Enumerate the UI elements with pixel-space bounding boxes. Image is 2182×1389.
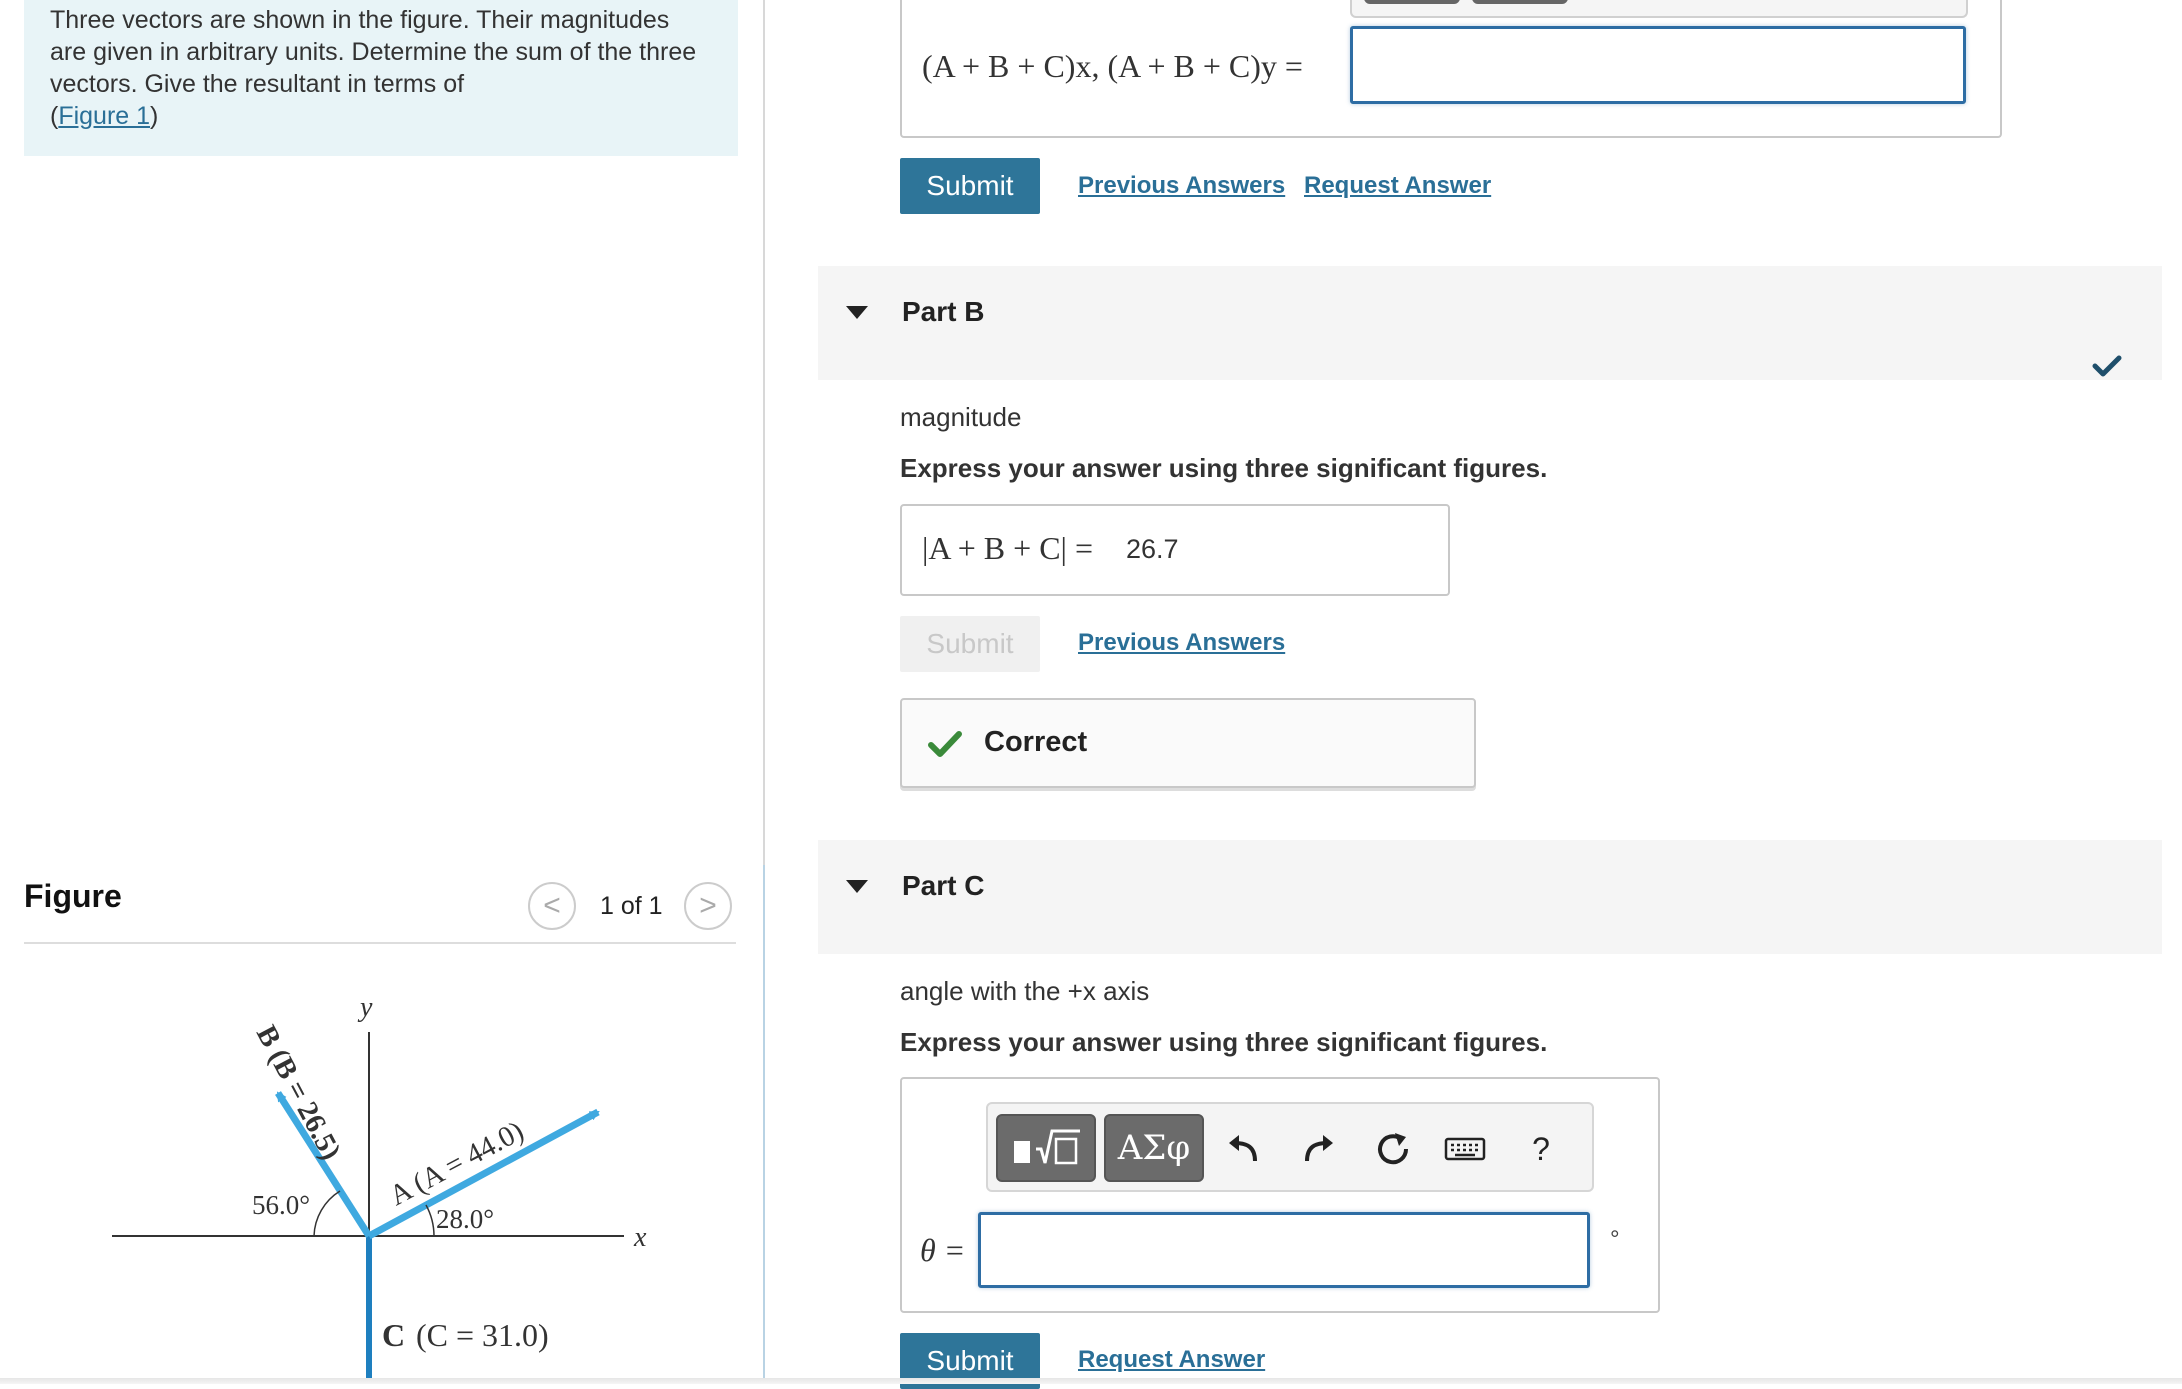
theta-label: θ =	[920, 1232, 966, 1268]
checkmark-icon	[928, 731, 962, 757]
help-button[interactable]: ?	[1516, 1124, 1566, 1174]
angle-arc-a	[425, 1204, 435, 1237]
templates-button[interactable]	[996, 1114, 1096, 1182]
angle-arc-b	[313, 1190, 341, 1237]
part-b-prompt: magnitude	[900, 402, 1022, 432]
chevron-left-icon: <	[543, 889, 561, 922]
redo-icon	[1305, 1135, 1333, 1162]
pane-divider[interactable]	[763, 0, 765, 1384]
reset-button[interactable]	[1368, 1124, 1418, 1174]
greek-symbols-label: ΑΣφ	[1117, 1128, 1191, 1168]
part-a-input[interactable]	[1350, 26, 1966, 104]
greek-symbols-button[interactable]: ΑΣφ	[1104, 1114, 1204, 1182]
part-b-title: Part B	[902, 296, 985, 327]
part-c-instruction: Express your answer using three signific…	[900, 1027, 1548, 1057]
part-a-previous-answers-link[interactable]: Previous Answers	[1078, 172, 1285, 200]
part-c-prompt: angle with the +x axis	[900, 976, 1150, 1006]
correct-feedback: Correct	[900, 698, 1476, 788]
math-toolbar: ΑΣφ ?	[986, 1102, 1594, 1192]
figure-header: Figure < 1 of 1 >	[24, 870, 736, 944]
problem-text: Three vectors are shown in the figure. T…	[50, 6, 697, 98]
part-a-submit-button[interactable]: Submit	[900, 158, 1040, 214]
part-a-label: (A + B + C)x, (A + B + C)y =	[922, 48, 1303, 84]
part-b-previous-answers-link[interactable]: Previous Answers	[1078, 629, 1285, 657]
undo-button[interactable]	[1218, 1124, 1268, 1174]
part-b-complete-check-icon	[2092, 355, 2122, 377]
part-a-toolbar	[1350, 0, 1968, 18]
part-c-title: Part C	[902, 870, 985, 901]
part-b-header[interactable]: Part B	[818, 266, 2162, 380]
paren-close: )	[150, 102, 159, 130]
part-b-answer-value: 26.7	[1126, 534, 1179, 564]
figure-counter: 1 of 1	[600, 892, 663, 920]
problem-pane: Three vectors are shown in the figure. T…	[0, 0, 765, 1384]
x-axis-label: x	[633, 1222, 647, 1253]
angle-b-label: 56.0°	[252, 1190, 310, 1220]
next-figure-button[interactable]: >	[684, 882, 732, 930]
redo-button[interactable]	[1294, 1124, 1344, 1174]
vector-figure: y x 28.0° 56.0° A (A = 44.0) B (B = 26.5…	[112, 992, 647, 1380]
correct-label: Correct	[984, 726, 1088, 758]
vector-c-letter: C	[382, 1317, 405, 1353]
part-a-answer-box: (A + B + C)x, (A + B + C)y =	[900, 0, 2002, 138]
angle-a-label: 28.0°	[436, 1204, 494, 1234]
previous-figure-button[interactable]: <	[528, 882, 576, 930]
reset-icon	[1378, 1133, 1409, 1165]
vector-b-label: B (B = 26.5)	[250, 1020, 347, 1165]
y-axis-label: y	[357, 992, 373, 1023]
part-b-instruction: Express your answer using three signific…	[900, 453, 1548, 483]
figure-link[interactable]: Figure 1	[58, 102, 150, 130]
vector-c-label: (C = 31.0)	[416, 1317, 549, 1353]
collapse-caret-icon	[846, 306, 868, 319]
part-a-request-answer-link[interactable]: Request Answer	[1304, 172, 1491, 200]
templates-icon	[1014, 1129, 1080, 1165]
problem-statement: Three vectors are shown in the figure. T…	[24, 0, 738, 156]
undo-icon	[1229, 1135, 1257, 1162]
part-b-submit-button: Submit	[900, 616, 1040, 672]
chevron-right-icon: >	[699, 889, 717, 922]
part-c-request-answer-link[interactable]: Request Answer	[1078, 1346, 1265, 1374]
keyboard-button[interactable]	[1440, 1124, 1490, 1174]
keyboard-icon	[1444, 1137, 1486, 1161]
bottom-edge	[0, 1378, 2182, 1384]
figure-title: Figure	[24, 878, 122, 914]
help-icon: ?	[1532, 1130, 1550, 1167]
collapse-caret-icon	[846, 880, 868, 893]
part-c-header[interactable]: Part C	[818, 840, 2162, 954]
answer-pane: (A + B + C)x, (A + B + C)y = Submit Prev…	[766, 0, 2182, 1389]
degree-unit: °	[1610, 1226, 1620, 1253]
part-c-input[interactable]	[978, 1212, 1590, 1288]
part-b-label: |A + B + C| =	[922, 530, 1093, 566]
part-b-answer-box: |A + B + C| = 26.7	[900, 504, 1450, 596]
